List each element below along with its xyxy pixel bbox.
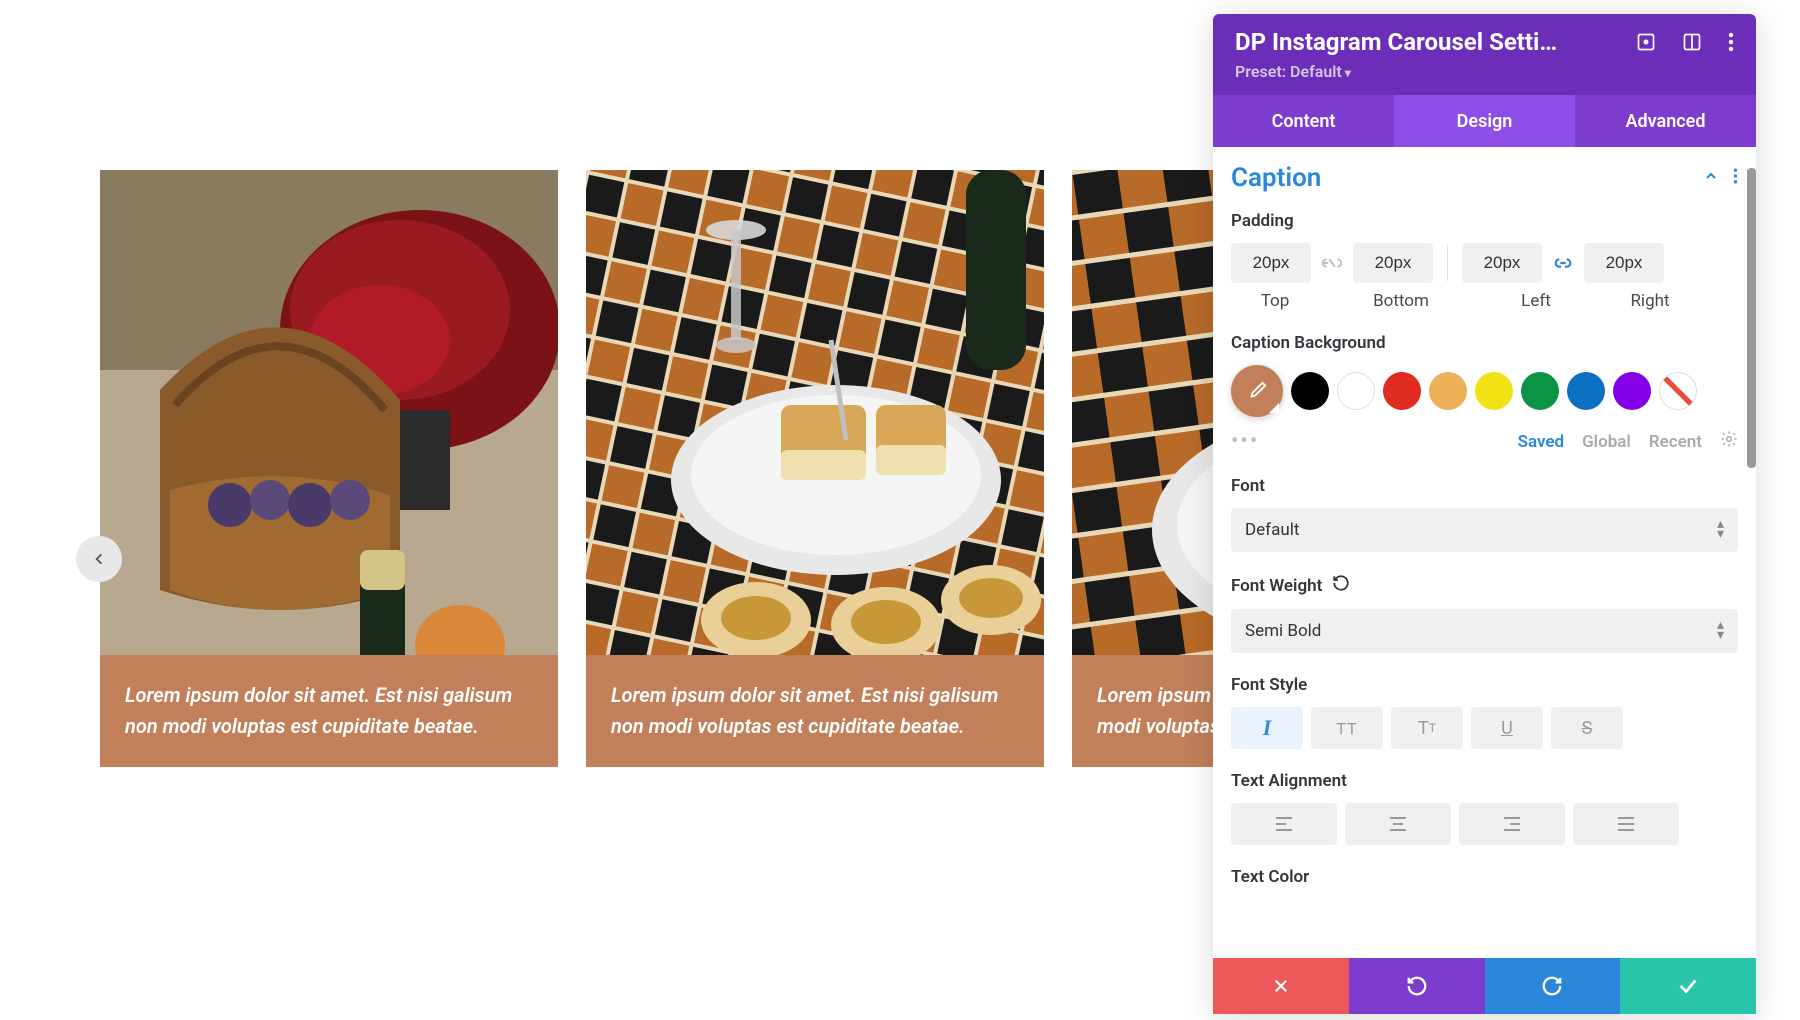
undo-button[interactable] [1349, 958, 1485, 1014]
color-swatch[interactable] [1383, 372, 1421, 410]
font-weight-label: Font Weight [1231, 574, 1738, 597]
layout-icon[interactable] [1682, 32, 1702, 52]
color-swatch[interactable] [1475, 372, 1513, 410]
color-tab-global[interactable]: Global [1582, 432, 1631, 452]
color-more-icon[interactable]: ••• [1231, 429, 1259, 454]
align-center-button[interactable] [1345, 803, 1451, 845]
text-color-label: Text Color [1231, 867, 1738, 887]
preset-selector[interactable]: Preset: Default [1235, 62, 1734, 81]
scrollbar[interactable] [1747, 168, 1756, 468]
style-uppercase-button[interactable]: TT [1311, 707, 1383, 749]
more-icon[interactable] [1728, 32, 1734, 52]
reset-icon[interactable] [1332, 574, 1350, 597]
padding-bottom-label: Bottom [1347, 291, 1455, 311]
link-toggle-horizontal[interactable] [1548, 248, 1578, 278]
color-swatch-none[interactable] [1659, 372, 1697, 410]
padding-left-label: Left [1491, 291, 1581, 311]
font-weight-select[interactable]: Semi Bold ▴▾ [1231, 609, 1738, 653]
align-left-button[interactable] [1231, 803, 1337, 845]
color-tab-saved[interactable]: Saved [1518, 432, 1565, 452]
collapse-icon[interactable] [1703, 168, 1719, 188]
color-swatch[interactable] [1567, 372, 1605, 410]
carousel-prev-button[interactable] [76, 536, 122, 582]
style-smallcaps-button[interactable]: TT [1391, 707, 1463, 749]
style-underline-button[interactable]: U [1471, 707, 1543, 749]
font-style-label: Font Style [1231, 675, 1738, 695]
carousel-card: Lorem ipsum dolor sit amet. Est nisi gal… [100, 170, 558, 767]
tab-advanced[interactable]: Advanced [1575, 95, 1756, 147]
align-justify-button[interactable] [1573, 803, 1679, 845]
padding-right-label: Right [1605, 291, 1695, 311]
color-swatches [1231, 365, 1738, 417]
panel-body: Caption Padding Top Bottom Left [1213, 147, 1756, 958]
text-align-label: Text Alignment [1231, 771, 1738, 791]
padding-top-input[interactable] [1231, 243, 1311, 283]
close-button[interactable] [1213, 958, 1349, 1014]
align-right-button[interactable] [1459, 803, 1565, 845]
color-picker-button[interactable] [1231, 365, 1283, 417]
panel-footer [1213, 958, 1756, 1014]
section-title[interactable]: Caption [1231, 163, 1321, 193]
select-arrows-icon: ▴▾ [1717, 520, 1724, 540]
card-caption: Lorem ipsum dolor sit amet. Est nisi gal… [586, 655, 1044, 767]
font-value: Default [1245, 520, 1299, 540]
padding-right-input[interactable] [1584, 243, 1664, 283]
card-image [586, 170, 1044, 655]
padding-label: Padding [1231, 211, 1738, 231]
panel-header: DP Instagram Carousel Setti… Preset: Def… [1213, 14, 1756, 95]
caption-bg-label: Caption Background [1231, 333, 1738, 353]
panel-title: DP Instagram Carousel Setti… [1235, 28, 1557, 56]
color-swatch[interactable] [1291, 372, 1329, 410]
tab-design[interactable]: Design [1394, 95, 1575, 147]
color-swatch[interactable] [1613, 372, 1651, 410]
color-tab-recent[interactable]: Recent [1649, 432, 1702, 452]
card-image [100, 170, 558, 655]
font-label: Font [1231, 476, 1738, 496]
responsive-icon[interactable] [1636, 32, 1656, 52]
select-arrows-icon: ▴▾ [1717, 621, 1724, 641]
color-settings-icon[interactable] [1720, 430, 1738, 453]
color-swatch[interactable] [1337, 372, 1375, 410]
tab-content[interactable]: Content [1213, 95, 1394, 147]
padding-bottom-input[interactable] [1353, 243, 1433, 283]
card-caption: Lorem ipsum dolor sit amet. Est nisi gal… [100, 655, 558, 767]
carousel-card: Lorem ipsum dolor sit amet. Est nisi gal… [586, 170, 1044, 767]
panel-tabs: Content Design Advanced [1213, 95, 1756, 147]
settings-panel: DP Instagram Carousel Setti… Preset: Def… [1213, 14, 1756, 1014]
section-more-icon[interactable] [1733, 167, 1738, 189]
link-toggle-vertical[interactable] [1317, 248, 1347, 278]
redo-button[interactable] [1485, 958, 1621, 1014]
color-swatch[interactable] [1429, 372, 1467, 410]
style-strikethrough-button[interactable]: S [1551, 707, 1623, 749]
padding-top-label: Top [1231, 291, 1319, 311]
font-weight-value: Semi Bold [1245, 621, 1321, 641]
padding-left-input[interactable] [1462, 243, 1542, 283]
style-italic-button[interactable]: I [1231, 707, 1303, 749]
save-button[interactable] [1620, 958, 1756, 1014]
color-swatch[interactable] [1521, 372, 1559, 410]
font-select[interactable]: Default ▴▾ [1231, 508, 1738, 552]
